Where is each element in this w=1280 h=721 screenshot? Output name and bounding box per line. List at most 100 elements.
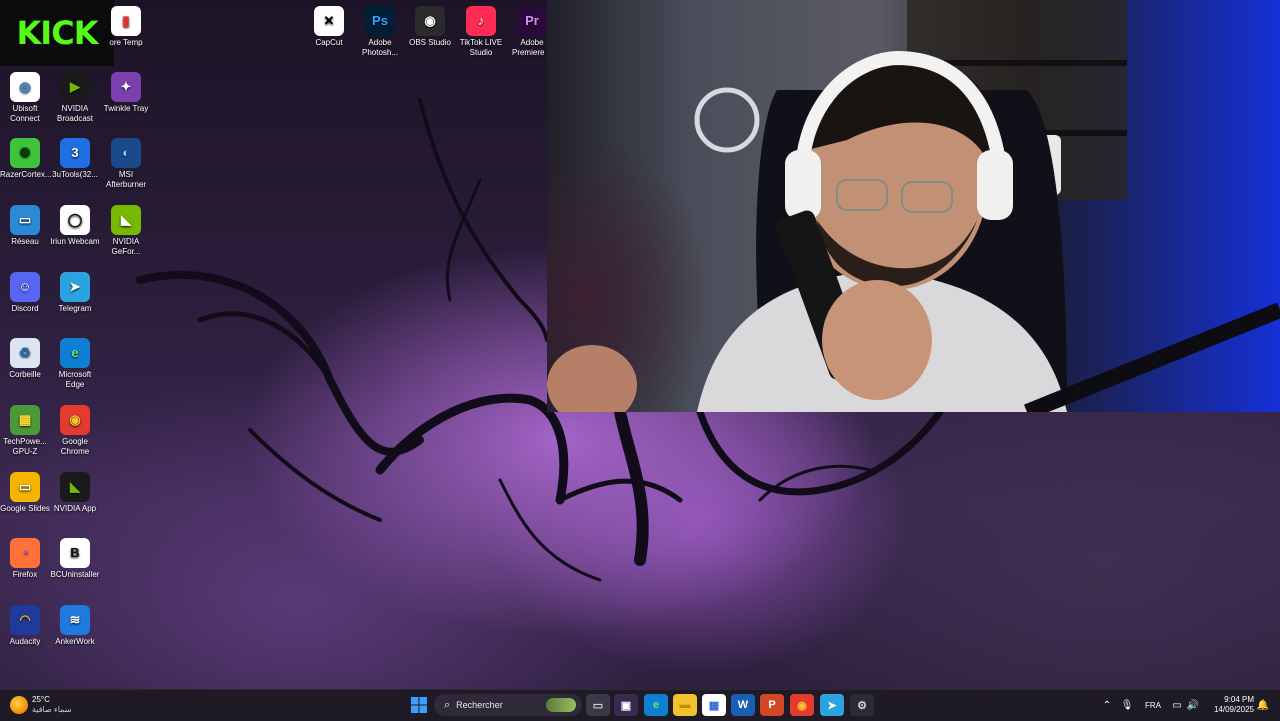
kick-logo: KICK [0,0,114,66]
desktop-icon-label: NVIDIA Broadcast [56,104,94,123]
desktop-icon-twinkle-tray[interactable]: ✦ Twinkle Tray [101,72,151,114]
search-highlight-icon [546,698,576,712]
desktop-icon-label: Firefox [12,570,38,579]
desktop-icon-label: Corbeille [9,370,41,379]
desktop-icon-obs-studio[interactable]: ◉ OBS Studio [405,6,455,48]
desktop-icon-r-seau[interactable]: ▭ Réseau [0,205,50,247]
taskbar: 25°C سماء صافية ⌕ Rechercher ▭ ▣ e ▬ ▦ W P ◉ ➤ ⚙ … [0,689,1280,721]
notification-bell-icon[interactable]: 🔔 [1256,694,1270,716]
microsoft-edge-icon: e [60,338,90,368]
desktop-icon-google-slides[interactable]: ▭ Google Slides [0,472,50,514]
desktop-icon-label: OBS Studio [409,38,451,47]
obs-studio-icon: ◉ [415,6,445,36]
desktop-icon-capcut[interactable]: ✕ CapCut [304,6,354,48]
nvidia-broadcast-icon: ▶ [60,72,90,102]
webcam-scene [547,0,1280,412]
desktop-icon-label: MSI Afterburner [105,170,147,189]
network-icon[interactable]: ▭ [1170,694,1184,716]
msi-afterburner-icon: ◐ [111,138,141,168]
search-placeholder: Rechercher [456,700,503,710]
desktop-icon-label: Microsoft Edge [58,370,92,389]
audacity-icon: ◠ [10,605,40,635]
core-temp-icon: ▮ [111,6,141,36]
desktop-icon-core-temp[interactable]: ▮ ore Temp [101,6,151,48]
desktop-icon-label: Adobe Photosh... [361,38,399,57]
desktop-icon-firefox[interactable]: ◔ Firefox [0,538,50,580]
taskbar-powerpoint-icon[interactable]: P [760,694,784,716]
clock-time: 9:04 PM [1224,695,1254,704]
desktop-icon-label: TikTok LIVE Studio [459,38,503,57]
desktop-icon-techpowe-gpu-z[interactable]: ▦ TechPowe... GPU-Z [0,405,50,457]
weather-widget[interactable]: 25°C سماء صافية [10,694,90,716]
desktop-icon-label: Discord [11,304,39,313]
windows-icon [411,697,427,713]
desktop-icon-nvidia-gefor[interactable]: ◣ NVIDIA GeFor... [101,205,151,257]
taskbar-word-icon[interactable]: W [731,694,755,716]
desktop-icon-nvidia-app[interactable]: ◣ NVIDIA App [50,472,100,514]
taskbar-edge-icon[interactable]: e [644,694,668,716]
discord-icon: ☺ [10,272,40,302]
desktop-icon-label: NVIDIA GeFor... [111,237,141,256]
desktop-icon-tiktok-live-studio[interactable]: ♪ TikTok LIVE Studio [456,6,506,58]
desktop-icon-google-chrome[interactable]: ◉ Google Chrome [50,405,100,457]
chevron-up-icon[interactable]: ⌃ [1100,694,1114,716]
google-slides-icon: ▭ [10,472,40,502]
desktop-icon-label: Twinkle Tray [103,104,149,113]
desktop-icon-msi-afterburner[interactable]: ◐ MSI Afterburner [101,138,151,190]
desktop-icon-label: Audacity [9,637,41,646]
ankerwork-icon: ≋ [60,605,90,635]
taskbar-capture-tool-icon[interactable]: ▣ [614,694,638,716]
twinkle-tray-icon: ✦ [111,72,141,102]
desktop-icon-telegram[interactable]: ➤ Telegram [50,272,100,314]
desktop-icon-discord[interactable]: ☺ Discord [0,272,50,314]
start-button[interactable] [408,694,430,716]
desktop-icon-nvidia-broadcast[interactable]: ▶ NVIDIA Broadcast [50,72,100,124]
microphone-icon[interactable]: 🎙 [1120,694,1134,716]
adobe-photosh-icon: Ps [365,6,395,36]
desktop-icon-label: NVIDIA App [53,504,97,513]
language-indicator[interactable]: FRA [1142,694,1164,716]
desktop-icon-ubisoft-connect[interactable]: ◎ Ubisoft Connect [0,72,50,124]
webcam-overlay [547,0,1280,412]
adobe-premiere-p-icon: Pr [517,6,547,36]
desktop-icon-label: Google Chrome [60,437,90,456]
bcuninstaller-icon: B [60,538,90,568]
desktop-icon-bcuninstaller[interactable]: B BCUninstaller [50,538,100,580]
desktop-icon-microsoft-edge[interactable]: e Microsoft Edge [50,338,100,390]
taskbar-file-explorer-icon[interactable]: ▬ [673,694,697,716]
ubisoft-connect-icon: ◎ [10,72,40,102]
desktop-icon-label: BCUninstaller [50,570,100,579]
search-input[interactable]: ⌕ Rechercher [434,694,582,716]
desktop-icon-3utools-32[interactable]: 3 3uTools(32... [50,138,100,180]
desktop-icon-label: AnkerWork [55,637,95,646]
desktop-icon-audacity[interactable]: ◠ Audacity [0,605,50,647]
desktop-icon-label: Google Slides [0,504,50,513]
desktop-icon-adobe-photosh[interactable]: Ps Adobe Photosh... [355,6,405,58]
volume-icon[interactable]: 🔊 [1186,694,1200,716]
weather-description: سماء صافية [32,705,72,714]
3utools-32-icon: 3 [60,138,90,168]
taskbar-task-view-icon[interactable]: ▭ [586,694,610,716]
desktop-icon-corbeille[interactable]: ♻ Corbeille [0,338,50,380]
taskbar-chrome-icon[interactable]: ◉ [790,694,814,716]
tiktok-live-studio-icon: ♪ [466,6,496,36]
desktop-icon-razercortex[interactable]: ✺ RazerCortex... [0,138,52,180]
telegram-icon: ➤ [60,272,90,302]
iriun-webcam-icon: ◯ [60,205,90,235]
search-icon: ⌕ [444,698,451,711]
taskbar-settings-icon[interactable]: ⚙ [850,694,874,716]
clock[interactable]: 9:04 PM 14/09/2025 [1206,694,1254,716]
desktop-icon-ankerwork[interactable]: ≋ AnkerWork [50,605,100,647]
desktop-icon-label: ore Temp [109,38,143,47]
desktop-icon-label: RazerCortex... [0,170,52,179]
desktop-icon-label: Iriun Webcam [50,237,100,246]
desktop-icon-iriun-webcam[interactable]: ◯ Iriun Webcam [50,205,100,247]
taskbar-ms-store-icon[interactable]: ▦ [702,694,726,716]
nvidia-gefor-icon: ◣ [111,205,141,235]
weather-temperature: 25°C [32,695,50,704]
capcut-icon: ✕ [314,6,344,36]
taskbar-telegram-icon[interactable]: ➤ [820,694,844,716]
corbeille-icon: ♻ [10,338,40,368]
desktop-icon-label: 3uTools(32... [52,170,98,179]
desktop-icon-label: Réseau [11,237,39,246]
